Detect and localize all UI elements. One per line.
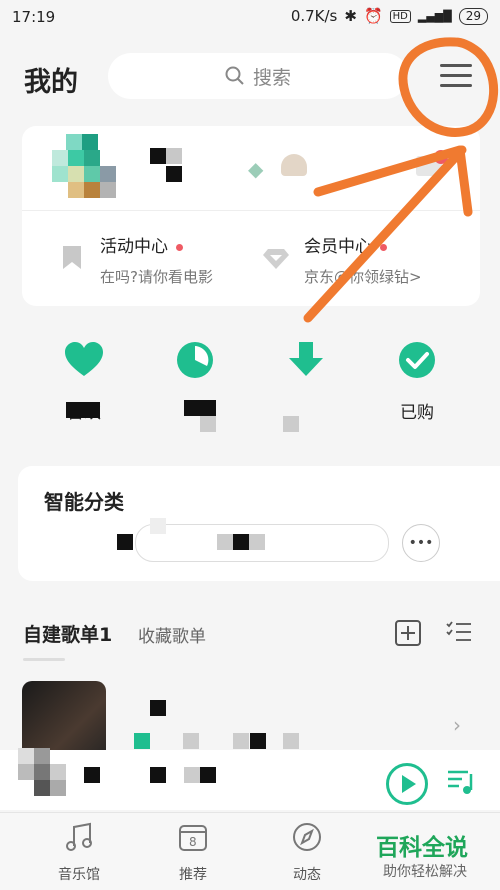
annotation-circle [398,37,499,137]
annotation-overlay [303,37,499,323]
annotation-arrowhead [313,145,473,217]
